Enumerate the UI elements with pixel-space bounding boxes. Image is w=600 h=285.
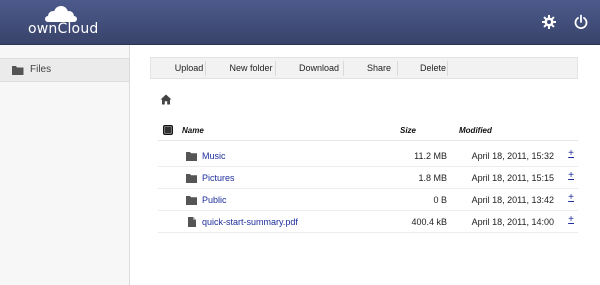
folder-icon — [12, 66, 24, 75]
file-name-link[interactable]: Music — [202, 151, 226, 161]
app-header: ownCloud — [0, 0, 600, 45]
file-name-link[interactable]: Public — [202, 195, 227, 205]
table-row[interactable]: quick-start-summary.pdf 400.4 kB April 1… — [158, 211, 578, 233]
file-size: 0 B — [433, 195, 447, 205]
file-controls: Upload New folder Download Share Delete — [150, 57, 578, 79]
file-icon — [188, 217, 196, 227]
row-action-link[interactable]: + — [568, 148, 574, 159]
file-modified: April 18, 2011, 13:42 — [471, 195, 554, 205]
file-modified: April 18, 2011, 15:32 — [471, 151, 554, 161]
file-modified: April 18, 2011, 15:15 — [471, 173, 554, 183]
row-action-link[interactable]: + — [568, 192, 574, 203]
divider — [343, 61, 344, 76]
sidebar: Files — [0, 45, 130, 285]
folder-icon — [186, 152, 197, 161]
file-name-link[interactable]: quick-start-summary.pdf — [202, 217, 298, 227]
table-row[interactable]: Public 0 B April 18, 2011, 13:42 + — [158, 189, 578, 211]
file-name-link[interactable]: Pictures — [202, 173, 235, 183]
table-row[interactable]: Pictures 1.8 MB April 18, 2011, 15:15 + — [158, 167, 578, 189]
power-icon[interactable] — [572, 13, 590, 31]
sidebar-item-label: Files — [30, 64, 52, 75]
column-name[interactable]: Name — [182, 126, 204, 135]
sidebar-item-files[interactable]: Files — [0, 58, 129, 82]
row-action-link[interactable]: + — [568, 170, 574, 181]
file-table-header: Name Size Modified — [158, 121, 578, 141]
divider — [275, 61, 276, 76]
file-size: 1.8 MB — [418, 173, 447, 183]
gear-icon[interactable] — [540, 13, 558, 31]
divider — [397, 61, 398, 76]
file-size: 11.2 MB — [414, 151, 447, 161]
file-size: 400.4 kB — [411, 217, 447, 227]
folder-icon — [186, 196, 197, 205]
row-action-link[interactable]: + — [568, 214, 574, 225]
home-icon[interactable] — [160, 94, 172, 105]
brand-name: ownCloud — [28, 21, 99, 37]
folder-icon — [186, 174, 197, 183]
divider — [447, 61, 448, 76]
owncloud-logo[interactable]: ownCloud — [28, 4, 99, 38]
column-size[interactable]: Size — [400, 126, 416, 135]
table-row[interactable]: Music 11.2 MB April 18, 2011, 15:32 + — [158, 145, 578, 167]
file-modified: April 18, 2011, 14:00 — [471, 217, 554, 227]
column-modified[interactable]: Modified — [459, 126, 492, 135]
select-all-checkbox[interactable] — [163, 125, 173, 135]
delete-button[interactable]: Delete — [401, 58, 465, 78]
divider — [205, 61, 206, 76]
